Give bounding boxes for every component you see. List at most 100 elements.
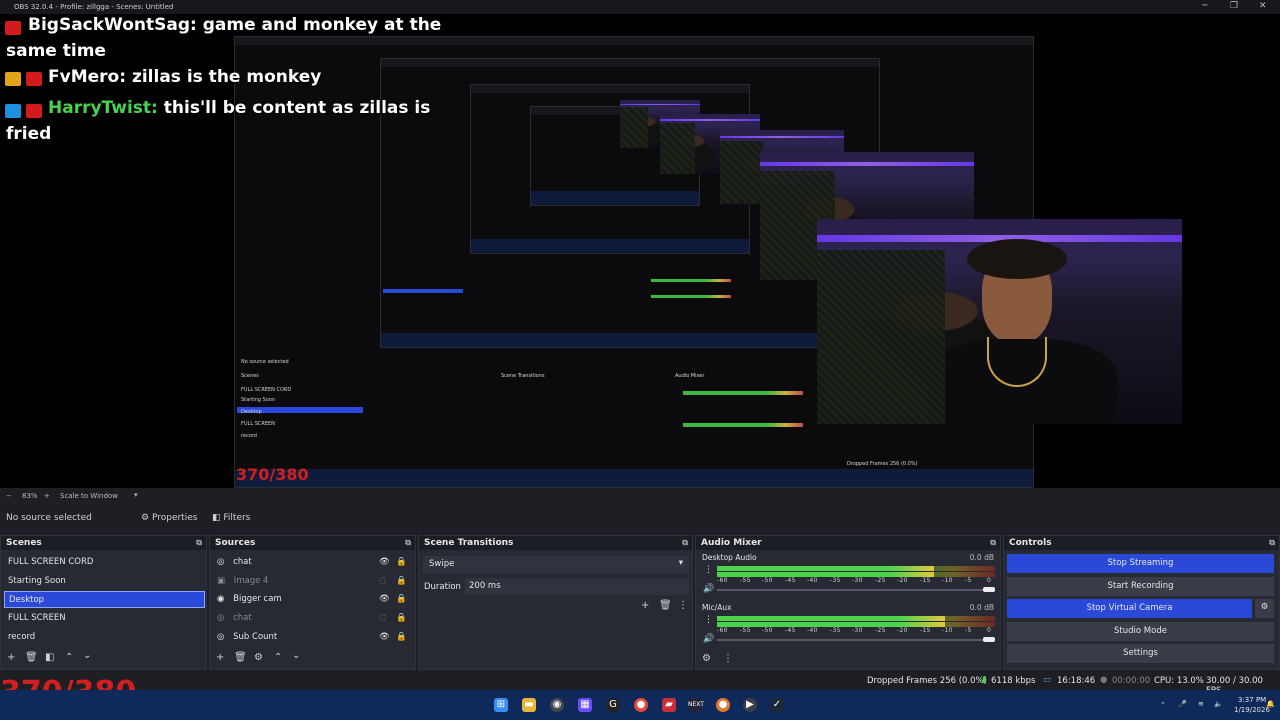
more-icon[interactable]: ⋮: [704, 615, 713, 625]
scale-select[interactable]: Scale to Window: [60, 492, 118, 500]
windows-start-icon[interactable]: ⊞: [494, 698, 508, 712]
steam-icon[interactable]: ✓: [770, 698, 784, 712]
scale-tick: -50: [762, 577, 773, 584]
lock-icon[interactable]: 🔒: [396, 557, 407, 567]
preview-canvas[interactable]: No source selected Scenes FULL SCREEN CO…: [0, 14, 1280, 488]
zoom-level: 83%: [22, 492, 38, 500]
scene-item[interactable]: FULL SCREEN: [4, 610, 205, 627]
more-icon[interactable]: ⋮: [704, 565, 713, 575]
media-player-icon[interactable]: ▶: [743, 698, 757, 712]
source-item[interactable]: ◎ chat ◌ 🔒: [213, 610, 408, 627]
trash-icon[interactable]: 🗑: [659, 600, 672, 611]
chevron-down-icon[interactable]: ▾: [134, 491, 138, 499]
mic-icon[interactable]: 🎤: [1178, 700, 1187, 708]
trash-icon[interactable]: 🗑: [25, 652, 38, 663]
add-icon[interactable]: +: [216, 652, 224, 663]
lock-icon[interactable]: 🔒: [396, 594, 407, 604]
settings-button[interactable]: Settings: [1007, 644, 1274, 663]
app-icon[interactable]: ▰: [662, 698, 676, 712]
chrome-icon[interactable]: ●: [634, 698, 648, 712]
trash-icon[interactable]: 🗑: [234, 652, 247, 663]
more-icon[interactable]: ⋮: [678, 600, 688, 611]
scale-tick: -15: [920, 577, 931, 584]
eye-icon[interactable]: 👁: [379, 632, 390, 642]
channel-db: 0.0 dB: [969, 603, 994, 612]
scene-item[interactable]: Starting Soon: [4, 573, 205, 590]
stream-icon: ▭: [1043, 675, 1052, 685]
source-item[interactable]: ◎ chat 👁 🔒: [213, 554, 408, 571]
filters-button[interactable]: ◧ Filters: [212, 513, 250, 523]
source-item[interactable]: ◉ Bigger cam 👁 🔒: [213, 591, 408, 608]
preview-toolbar: − 83% + Scale to Window ▾: [0, 488, 1280, 505]
close-icon[interactable]: ✕: [1259, 1, 1267, 11]
scene-item[interactable]: FULL SCREEN CORD: [4, 554, 205, 571]
audio-mixer-header: Audio Mixer ⧉: [696, 536, 1000, 550]
text-source-icon: ◎: [217, 632, 225, 642]
start-recording-button[interactable]: Start Recording: [1007, 577, 1274, 596]
transition-value: Swipe: [429, 559, 455, 569]
scene-item[interactable]: record: [4, 629, 205, 646]
chevron-up-icon[interactable]: ⌃: [65, 652, 73, 663]
chevron-down-icon[interactable]: ⌄: [292, 650, 300, 661]
chevron-up-icon[interactable]: ⌃: [274, 652, 282, 663]
notification-icon[interactable]: 🔔: [1266, 700, 1275, 708]
source-item[interactable]: ▣ Image 4 ◌ 🔒: [213, 573, 408, 590]
duration-input[interactable]: 200 ms: [465, 578, 689, 595]
eye-icon[interactable]: 👁: [379, 557, 390, 567]
grid-app-icon[interactable]: ▦: [578, 698, 592, 712]
maximize-icon[interactable]: ❐: [1230, 1, 1238, 11]
transitions-header: Scene Transitions ⧉: [419, 536, 692, 550]
clock-time[interactable]: 3:37 PM: [1238, 696, 1266, 704]
gear-icon[interactable]: ⚙: [1255, 599, 1274, 618]
filter-icon[interactable]: ◧: [45, 652, 54, 663]
stop-streaming-button[interactable]: Stop Streaming: [1007, 554, 1274, 573]
scene-item-selected[interactable]: Desktop: [4, 591, 205, 608]
chevron-down-icon: ▾: [678, 558, 683, 568]
gear-icon[interactable]: ⚙: [702, 653, 711, 664]
stop-virtual-camera-button[interactable]: Stop Virtual Camera: [1007, 599, 1252, 618]
wifi-icon[interactable]: ≋: [1198, 700, 1204, 708]
zoom-in-icon[interactable]: +: [44, 492, 50, 500]
lock-icon[interactable]: 🔒: [396, 576, 407, 586]
volume-slider[interactable]: [717, 589, 995, 591]
scale-tick: -30: [852, 627, 863, 634]
lock-icon[interactable]: 🔒: [396, 632, 407, 642]
popout-icon[interactable]: ⧉: [196, 538, 202, 548]
eye-hidden-icon[interactable]: ◌: [379, 576, 386, 586]
popout-icon[interactable]: ⧉: [990, 538, 996, 548]
add-icon[interactable]: +: [7, 652, 15, 663]
cpu-usage: CPU: 13.0%: [1154, 676, 1204, 686]
chevron-up-icon[interactable]: ⌃: [1160, 701, 1166, 709]
obs-icon[interactable]: ◉: [550, 698, 564, 712]
gear-icon[interactable]: ⚙: [254, 652, 263, 663]
volume-slider-knob[interactable]: [983, 637, 995, 642]
scenes-dock: Scenes ⧉ FULL SCREEN CORD Starting Soon …: [0, 535, 207, 670]
browser-icon[interactable]: G: [606, 698, 620, 712]
eye-icon[interactable]: 👁: [379, 594, 390, 604]
popout-icon[interactable]: ⧉: [682, 538, 688, 548]
speaker-icon[interactable]: 🔊: [703, 584, 714, 594]
scale-tick: -35: [830, 577, 841, 584]
more-icon[interactable]: ⋮: [723, 653, 733, 664]
no-source-label: No source selected: [6, 513, 92, 523]
file-explorer-icon[interactable]: ▬: [522, 698, 536, 712]
app-icon[interactable]: ●: [716, 698, 730, 712]
popout-icon[interactable]: ⧉: [405, 538, 411, 548]
transition-select[interactable]: Swipe ▾: [423, 556, 689, 573]
add-icon[interactable]: +: [641, 600, 649, 611]
popout-icon[interactable]: ⧉: [1269, 538, 1275, 548]
eye-hidden-icon[interactable]: ◌: [379, 613, 386, 623]
volume-slider-knob[interactable]: [983, 587, 995, 592]
properties-button[interactable]: ⚙ Properties: [141, 513, 197, 523]
source-item[interactable]: ◎ Sub Count 👁 🔒: [213, 629, 408, 646]
zoom-out-icon[interactable]: −: [6, 492, 12, 500]
minimize-icon[interactable]: ─: [1202, 1, 1207, 11]
clock-date[interactable]: 1/19/2026: [1234, 706, 1270, 714]
next-app-icon[interactable]: NEXT: [688, 698, 704, 712]
studio-mode-button[interactable]: Studio Mode: [1007, 622, 1274, 641]
speaker-icon[interactable]: 🔊: [703, 634, 714, 644]
speaker-icon[interactable]: 🔈: [1214, 700, 1223, 708]
chevron-down-icon[interactable]: ⌄: [83, 650, 91, 661]
volume-slider[interactable]: [717, 639, 995, 641]
lock-icon[interactable]: 🔒: [396, 613, 407, 623]
